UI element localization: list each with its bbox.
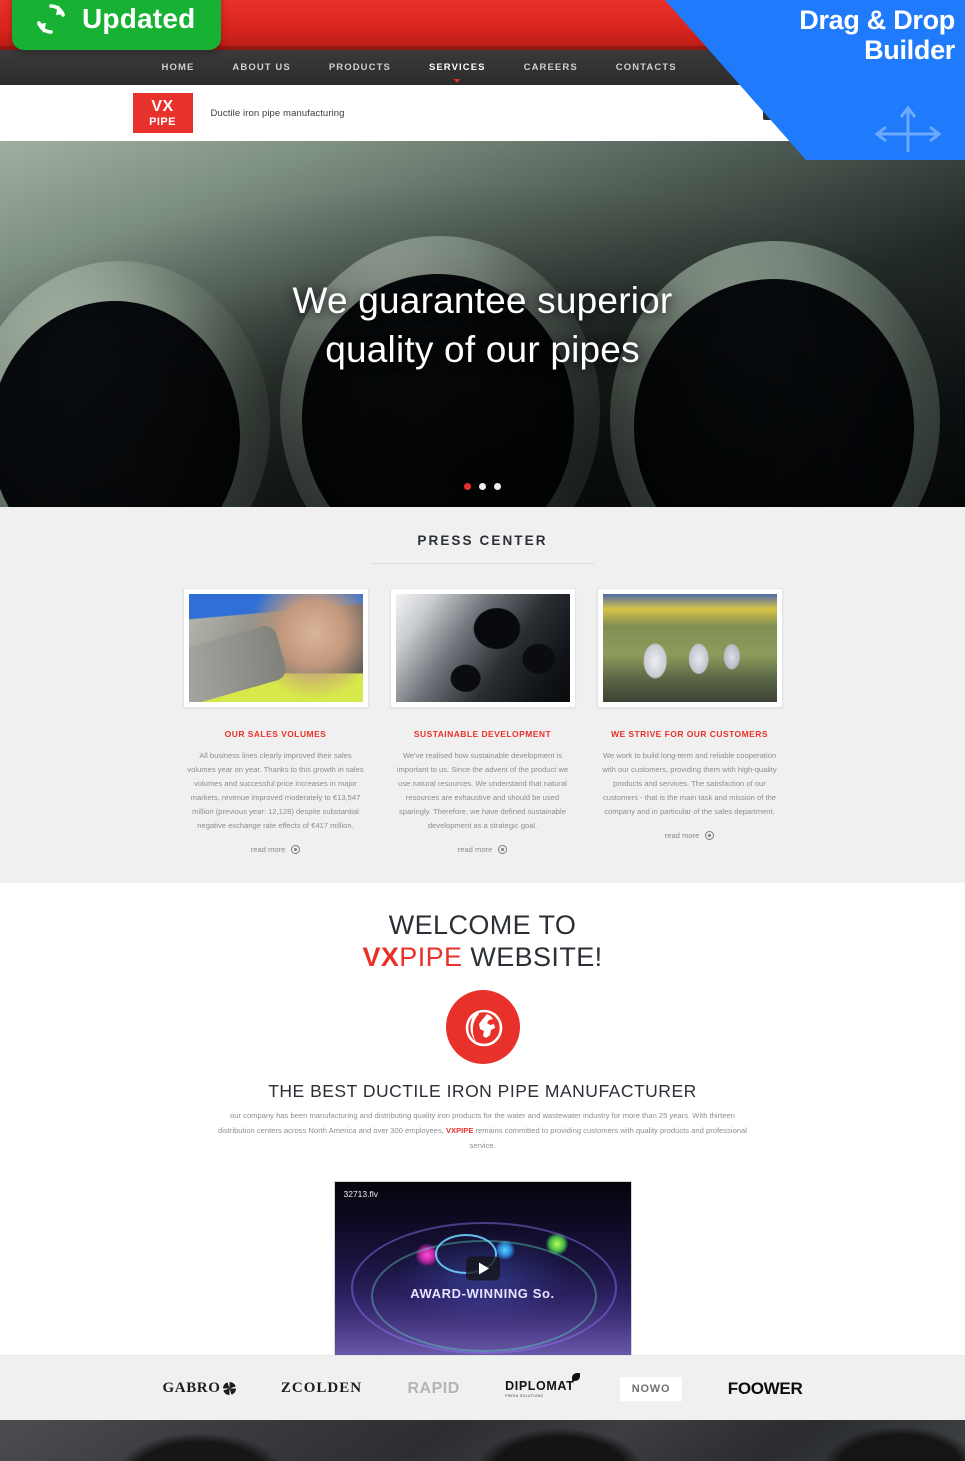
press-center-divider <box>371 563 594 564</box>
press-card-heading[interactable]: WE STRIVE FOR OUR CUSTOMERS <box>597 729 783 739</box>
welcome-brand-vx: VX <box>362 941 400 972</box>
navbar-inner: HOME ABOUT US PRODUCTS SERVICES CAREERS … <box>143 50 855 85</box>
brand-logos-section: GABRO ZCOLDEN RAPID DIPLOMAT FRESH SOLUT… <box>0 1355 965 1420</box>
updated-badge: Updated <box>12 0 222 50</box>
tumblr-icon[interactable]: t <box>800 106 814 120</box>
welcome-section: WELCOME TO VXPIPE WEBSITE! THE BEST DUCT… <box>0 883 965 1357</box>
header-inner: VX PIPE Ductile iron pipe manufacturing … <box>132 85 833 141</box>
updated-badge-label: Updated <box>82 3 196 34</box>
press-card-list: OUR SALES VOLUMES All business lines cle… <box>182 588 783 855</box>
video-overlay-title: AWARD-WINNING So. <box>410 1286 555 1302</box>
welcome-subtitle: THE BEST DUCTILE IRON PIPE MANUFACTURER <box>268 1080 697 1101</box>
read-more-label: read more <box>664 831 700 841</box>
arrow-circle-icon <box>498 845 508 855</box>
page-root: HOME ABOUT US PRODUCTS SERVICES CAREERS … <box>0 0 965 1461</box>
brand-logo-rapid[interactable]: RAPID <box>407 1380 459 1398</box>
main-navbar: HOME ABOUT US PRODUCTS SERVICES CAREERS … <box>0 50 965 85</box>
location-pin-icon[interactable] <box>782 59 800 76</box>
press-card: OUR SALES VOLUMES All business lines cle… <box>182 588 369 855</box>
site-logo[interactable]: VX PIPE <box>132 93 193 133</box>
nav-item-products[interactable]: PRODUCTS <box>310 50 410 85</box>
nav-item-contacts[interactable]: CONTACTS <box>597 50 696 85</box>
press-card-body: We work to build long-term and reliable … <box>602 751 777 817</box>
slider-dot-1[interactable] <box>464 483 471 490</box>
press-card-heading[interactable]: SUSTAINABLE DEVELOPMENT <box>390 729 576 739</box>
brand-logo-nowo[interactable]: NOWO <box>619 1376 683 1401</box>
globe-flame-icon <box>445 989 520 1064</box>
swirl-icon <box>222 1382 236 1395</box>
brand-sublabel: FRESH SOLUTIONS <box>505 1394 544 1398</box>
facebook-icon[interactable]: f <box>762 106 776 120</box>
press-card-heading[interactable]: OUR SALES VOLUMES <box>183 729 369 739</box>
brand-label: GABRO <box>162 1380 221 1396</box>
steel-coil-factory-photo <box>602 594 777 702</box>
brand-logo-diplomat[interactable]: DIPLOMAT FRESH SOLUTIONS <box>505 1373 581 1398</box>
brand-logo-zcolden[interactable]: ZCOLDEN <box>281 1380 362 1397</box>
nav-items: HOME ABOUT US PRODUCTS SERVICES CAREERS … <box>143 50 696 85</box>
press-card-thumb[interactable] <box>182 588 369 708</box>
hero-caption-line2: quality of our pipes <box>325 328 640 370</box>
nav-right-icons <box>782 50 855 85</box>
worker-with-pipe-photo <box>188 594 363 702</box>
site-tagline: Ductile iron pipe manufacturing <box>210 107 345 119</box>
slider-dot-3[interactable] <box>494 483 501 490</box>
nav-item-services[interactable]: SERVICES <box>410 50 505 85</box>
slider-dots <box>0 483 965 490</box>
read-more-label: read more <box>250 845 286 855</box>
press-center-section: PRESS CENTER OUR SALES VOLUMES All busin… <box>0 507 965 883</box>
welcome-paragraph-b: remains committed to providing customers… <box>469 1125 747 1150</box>
social-links: f g t p <box>762 106 833 120</box>
brand-logo-list: GABRO ZCOLDEN RAPID DIPLOMAT FRESH SOLUT… <box>163 1356 803 1421</box>
hero-caption-line1: We guarantee superior <box>292 280 673 321</box>
video-filename: 32713.flv <box>343 1189 379 1200</box>
welcome-line1: WELCOME TO <box>388 910 577 940</box>
welcome-paragraph-brand: VXPIPE <box>445 1125 474 1135</box>
pinterest-icon[interactable]: p <box>819 106 833 120</box>
logo-text-pipe: PIPE <box>149 115 176 128</box>
logo-text-vx: VX <box>151 97 174 115</box>
arrow-circle-icon <box>291 845 301 855</box>
hero-slider: We guarantee superior quality of our pip… <box>0 141 965 507</box>
brand-logo-gabro[interactable]: GABRO <box>163 1380 236 1397</box>
welcome-paragraph: our company has been manufacturing and d… <box>218 1109 748 1153</box>
nav-item-home[interactable]: HOME <box>143 50 214 85</box>
read-more-button[interactable]: read more <box>183 845 369 855</box>
press-card: SUSTAINABLE DEVELOPMENT We've realised h… <box>389 588 576 855</box>
arrow-circle-icon <box>705 831 715 841</box>
nav-item-about-us[interactable]: ABOUT US <box>213 50 309 85</box>
read-more-button[interactable]: read more <box>390 845 576 855</box>
press-card: WE STRIVE FOR OUR CUSTOMERS We work to b… <box>596 588 783 854</box>
welcome-line2: VXPIPE WEBSITE! <box>0 942 965 973</box>
press-card-body: All business lines clearly improved thei… <box>187 751 364 831</box>
nav-item-careers[interactable]: CAREERS <box>505 50 597 85</box>
slider-dot-2[interactable] <box>479 483 486 490</box>
stacked-steel-pipes-photo <box>395 594 570 702</box>
welcome-brand-pipe: PIPE <box>399 941 463 972</box>
video-player[interactable]: 32713.flv AWARD-WINNING So. <box>333 1181 632 1357</box>
brand-logo-foower[interactable]: FOOWER <box>728 1379 803 1399</box>
read-more-button[interactable]: read more <box>597 831 783 841</box>
press-card-thumb[interactable] <box>389 588 576 708</box>
read-more-label: read more <box>457 845 493 855</box>
brand-label: DIPLOMAT <box>505 1379 575 1393</box>
press-card-body: We've realised how sustainable developme… <box>396 751 569 831</box>
google-plus-icon[interactable]: g <box>781 106 795 120</box>
hero-caption: We guarantee superior quality of our pip… <box>0 277 965 375</box>
site-header: VX PIPE Ductile iron pipe manufacturing … <box>0 85 965 141</box>
welcome-line2-tail: WEBSITE! <box>462 941 603 972</box>
refresh-icon <box>37 4 65 34</box>
press-card-thumb[interactable] <box>596 588 783 708</box>
leaf-icon <box>572 1373 581 1381</box>
press-center-title: PRESS CENTER <box>417 533 548 548</box>
site-footer <box>0 1420 965 1461</box>
play-icon[interactable] <box>465 1256 500 1281</box>
envelope-icon[interactable] <box>837 59 855 76</box>
